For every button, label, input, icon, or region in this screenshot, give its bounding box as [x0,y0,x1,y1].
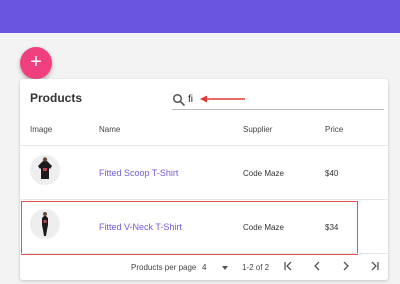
price-cell: $34 [325,223,339,232]
product-name-link[interactable]: Fitted Scoop T-Shirt [99,168,178,178]
first-page-button[interactable] [281,260,297,274]
per-page-label: Products per page [131,263,197,272]
price-cell: $40 [325,169,339,178]
chevron-down-icon[interactable] [222,266,228,270]
next-page-button[interactable] [338,260,354,274]
add-button[interactable]: + [20,47,52,79]
page-range: 1-2 of 2 [242,263,270,272]
card-title: Products [30,91,83,105]
app-bar [0,0,400,33]
search-icon [172,93,185,106]
highlight-box [21,201,358,255]
supplier-cell: Code Maze [243,169,284,178]
prev-page-button[interactable] [309,260,325,274]
search-input[interactable]: fi [188,94,193,105]
product-image [30,155,60,185]
last-page-button[interactable] [366,260,382,274]
first-page-icon [284,261,292,271]
chevron-right-icon [343,261,349,271]
last-page-icon [371,261,379,271]
plus-icon: + [30,51,42,73]
search-field[interactable]: fi [172,92,384,110]
column-header-price: Price [325,125,344,134]
supplier-cell: Code Maze [243,223,284,232]
pagination: Products per page 4 1-2 of 2 [20,253,388,280]
product-name-link[interactable]: Fitted V-Neck T-Shirt [99,222,182,232]
chevron-left-icon [314,261,320,271]
column-header-supplier: Supplier [243,125,273,134]
column-header-image: Image [30,125,53,134]
column-header-name: Name [99,125,121,134]
arrow-annotation [200,95,245,103]
product-image [30,209,60,239]
table-row[interactable]: Fitted V-Neck T-Shirt Code Maze $34 [20,199,388,255]
table-row[interactable]: Fitted Scoop T-Shirt Code Maze $40 [20,145,388,199]
per-page-select[interactable]: 4 [202,263,206,272]
products-card: Products fi Image Name Supplier Price Fi… [20,79,388,280]
